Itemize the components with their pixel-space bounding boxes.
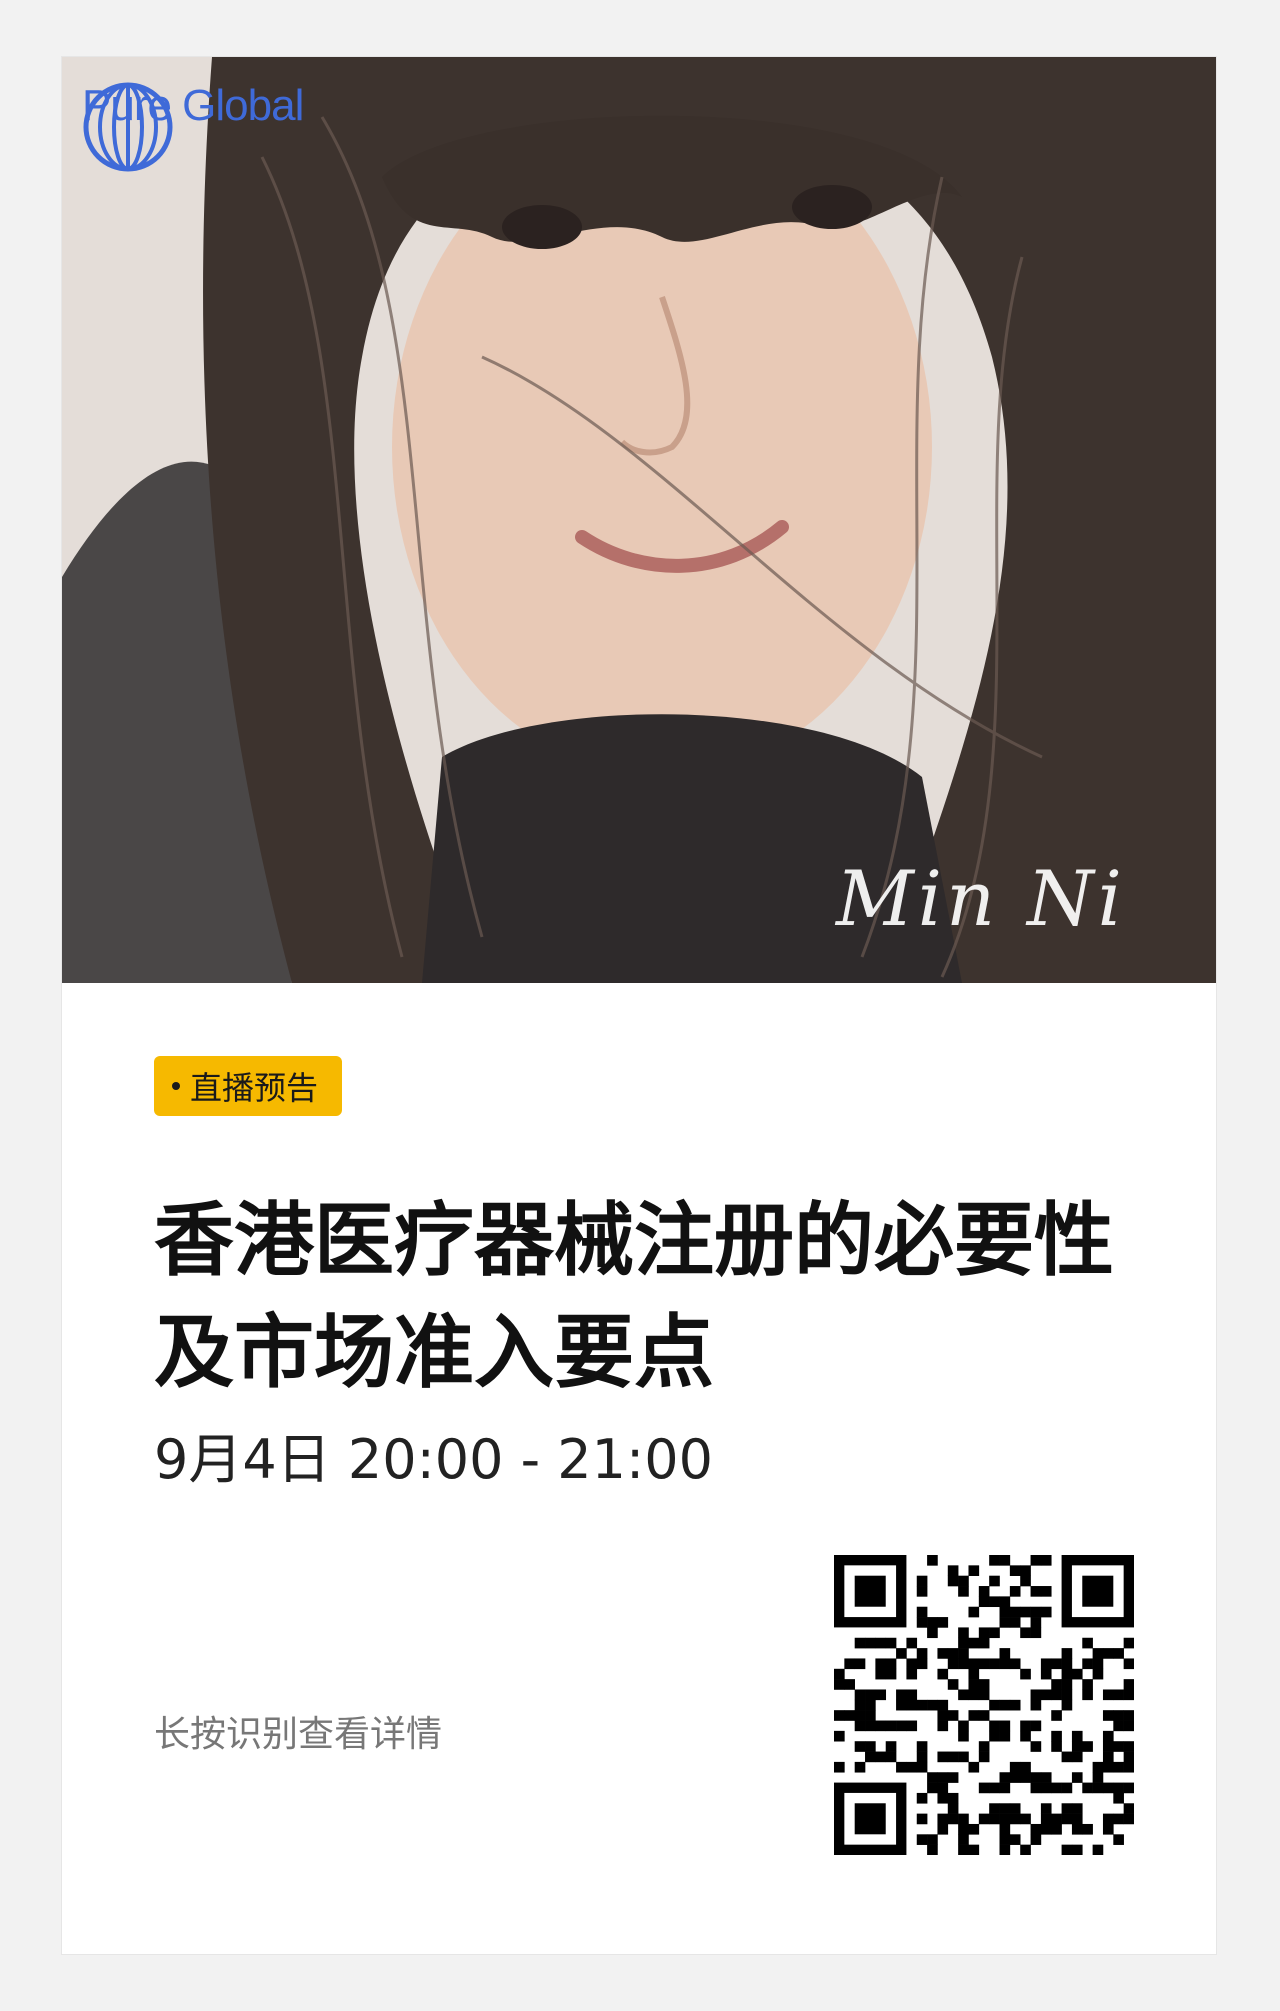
bullet-icon	[172, 1082, 180, 1090]
event-title: 香港医疗器械注册的必要性及市场准入要点	[154, 1194, 1114, 1399]
brand-logo: Pure Global	[82, 81, 304, 172]
speaker-photo: Pure Global Min Ni	[62, 57, 1216, 983]
scan-hint: 长按识别查看详情	[154, 1714, 443, 1755]
speaker-signature: Min Ni	[835, 854, 1126, 943]
live-preview-badge: 直播预告	[154, 1056, 343, 1116]
badge-label: 直播预告	[190, 1069, 319, 1107]
globe-icon	[83, 82, 173, 172]
qr-code-graphic	[834, 1555, 1135, 1856]
event-time: 9月4日 20:00 - 21:00	[154, 1428, 713, 1491]
portrait-illustration	[62, 57, 1216, 983]
poster-card: Pure Global Min Ni 直播预告 香港医疗器械注册的必要性及市场准…	[62, 57, 1216, 1954]
qr-code-icon[interactable]	[834, 1555, 1135, 1856]
